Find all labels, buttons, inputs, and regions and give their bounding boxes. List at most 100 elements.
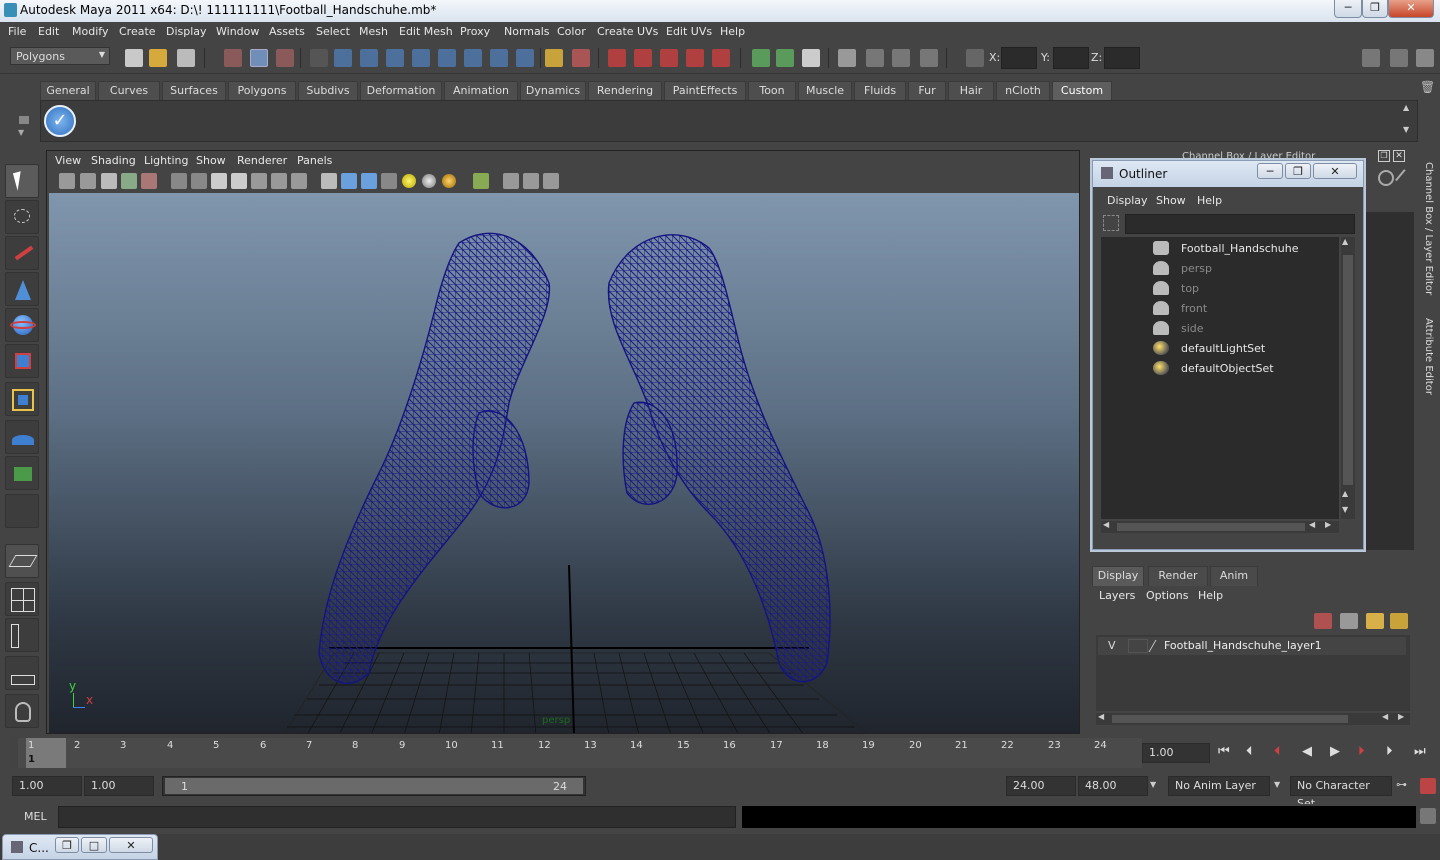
shadows-icon[interactable] (442, 174, 456, 188)
playback-end-field[interactable]: 24.00 (1006, 776, 1076, 796)
x-input[interactable] (1001, 47, 1037, 69)
select-by-object-icon[interactable] (250, 49, 268, 67)
input-output-icon[interactable] (752, 49, 770, 67)
layer-menu-layers[interactable]: Layers (1099, 589, 1135, 602)
outliner-item-football-handschuhe[interactable]: Football_Handschuhe (1181, 242, 1298, 255)
outliner-menu-show[interactable]: Show (1156, 194, 1186, 207)
snap-curve-icon[interactable] (634, 49, 652, 67)
grid-toggle-icon[interactable] (171, 173, 187, 189)
step-back-key-icon[interactable]: ⏴ (1274, 744, 1281, 759)
shelf-scroll-down-icon[interactable]: ▼ (1403, 125, 1415, 137)
camera-attributes-icon[interactable] (80, 173, 96, 189)
time-slider[interactable]: 1 1 2 3 4 5 6 7 8 9 10 11 12 13 14 15 16… (10, 738, 1142, 768)
textured-icon[interactable] (381, 173, 397, 189)
go-to-end-icon[interactable]: ⏭ (1414, 744, 1426, 759)
save-scene-icon[interactable] (177, 49, 195, 67)
move-layer-down-icon[interactable] (1340, 613, 1358, 629)
menu-create[interactable]: Create (119, 25, 156, 38)
viewport-canvas[interactable]: persp y x (49, 193, 1079, 733)
step-forward-key-icon[interactable]: ⏵ (1358, 744, 1365, 759)
rotate-tool-icon[interactable] (5, 308, 39, 342)
menu-mesh[interactable]: Mesh (359, 25, 388, 38)
menu-proxy[interactable]: Proxy (460, 25, 490, 38)
layer-type-toggle[interactable] (1128, 639, 1148, 653)
key-icon[interactable]: ⊶ (1396, 778, 1407, 791)
command-input[interactable] (58, 806, 736, 828)
new-layer-selected-icon[interactable] (1390, 613, 1408, 629)
character-set-dropdown[interactable]: No Character Set (1290, 776, 1392, 810)
lock-selection-icon[interactable] (545, 49, 563, 67)
shelf-tab-subdivs[interactable]: Subdivs (298, 81, 358, 100)
outliner-horizontal-scrollbar[interactable]: ◀ ◀ ▶ (1101, 520, 1339, 533)
select-camera-icon[interactable] (59, 173, 75, 189)
scroll-up-icon[interactable]: ▲ (1342, 237, 1348, 246)
scroll-left-icon[interactable]: ◀ (1103, 520, 1109, 529)
select-by-hierarchy-icon[interactable] (224, 49, 242, 67)
outliner-filter-icon[interactable] (1103, 215, 1119, 231)
scroll-left-icon[interactable]: ◀ (1382, 712, 1388, 721)
layer-tab-display[interactable]: Display (1092, 566, 1144, 586)
select-tool-icon[interactable] (5, 164, 39, 198)
new-scene-icon[interactable] (125, 49, 143, 67)
snap-grid-icon[interactable] (608, 49, 626, 67)
lasso-tool-icon[interactable] (5, 200, 39, 234)
viewport-menu-view[interactable]: View (55, 154, 81, 167)
highlight-selection-icon[interactable] (572, 49, 590, 67)
show-manipulator-tool-icon[interactable] (5, 456, 39, 490)
safe-action-icon[interactable] (271, 173, 287, 189)
hypershade-layout-icon[interactable] (5, 694, 39, 728)
smooth-shade-icon[interactable] (341, 173, 357, 189)
new-layer-icon[interactable] (1366, 613, 1384, 629)
step-back-frame-icon[interactable]: ⏴ (1246, 744, 1253, 759)
render-settings-icon[interactable] (920, 49, 938, 67)
restore-button[interactable]: ❐ (55, 837, 79, 853)
shelf-tab-rendering[interactable]: Rendering (588, 81, 662, 100)
render-view-icon[interactable] (838, 49, 856, 67)
minimized-window[interactable]: C... ❐ □ ✕ (2, 834, 158, 860)
viewport-menu-renderer[interactable]: Renderer (237, 154, 287, 167)
show-channel-box-icon[interactable] (1416, 49, 1434, 67)
scrollbar-thumb[interactable] (1112, 715, 1348, 723)
filter-icon[interactable] (310, 49, 328, 67)
move-tool-icon[interactable] (5, 272, 39, 306)
play-backwards-icon[interactable]: ◀ (1302, 744, 1312, 759)
persp-graph-layout-icon[interactable] (5, 656, 39, 690)
minimize-button[interactable]: ─ (1334, 0, 1362, 18)
attribute-editor-side-tab[interactable]: Attribute Editor (1423, 318, 1434, 395)
select-joints-icon[interactable] (360, 49, 378, 67)
y-input[interactable] (1053, 47, 1089, 69)
custom-shelf-check-icon[interactable]: ✓ (44, 105, 76, 137)
playback-start-field[interactable]: 1.00 (84, 776, 154, 796)
ui-toggle-icon[interactable] (1378, 170, 1394, 186)
last-tool-icon[interactable] (5, 494, 39, 528)
layer-menu-help[interactable]: Help (1198, 589, 1223, 602)
menu-edit-mesh[interactable]: Edit Mesh (399, 25, 453, 38)
menu-help[interactable]: Help (720, 25, 745, 38)
outliner-item-side[interactable]: side (1181, 322, 1204, 335)
menu-normals[interactable]: Normals (504, 25, 550, 38)
outliner-menu-display[interactable]: Display (1107, 194, 1148, 207)
make-live-icon[interactable] (712, 49, 730, 67)
select-handles-icon[interactable] (334, 49, 352, 67)
xray-icon[interactable] (503, 173, 519, 189)
layer-horizontal-scrollbar[interactable]: ◀ ◀ ▶ (1096, 712, 1410, 725)
shelf-tab-ncloth[interactable]: nCloth (996, 81, 1050, 100)
bookmarks-icon[interactable] (101, 173, 117, 189)
maximize-button[interactable]: ❐ (1362, 0, 1388, 18)
field-chart-icon[interactable] (251, 173, 267, 189)
select-deformations-icon[interactable] (438, 49, 456, 67)
safe-title-icon[interactable] (291, 173, 307, 189)
scroll-left-icon[interactable]: ◀ (1098, 712, 1104, 721)
show-attribute-editor-icon[interactable] (1362, 49, 1380, 67)
isolate-select-icon[interactable] (473, 173, 489, 189)
single-perspective-layout-icon[interactable] (5, 544, 39, 578)
select-misc-icon[interactable] (516, 49, 534, 67)
shelf-menu-handle[interactable]: ▼ (14, 84, 32, 142)
shelf-tab-hair[interactable]: Hair (948, 81, 994, 100)
viewport-menu-show[interactable]: Show (196, 154, 226, 167)
play-forwards-icon[interactable]: ▶ (1330, 744, 1340, 759)
menu-window[interactable]: Window (216, 25, 259, 38)
select-rendering-icon[interactable] (490, 49, 508, 67)
select-surfaces-icon[interactable] (412, 49, 430, 67)
two-d-pan-zoom-icon[interactable] (141, 173, 157, 189)
